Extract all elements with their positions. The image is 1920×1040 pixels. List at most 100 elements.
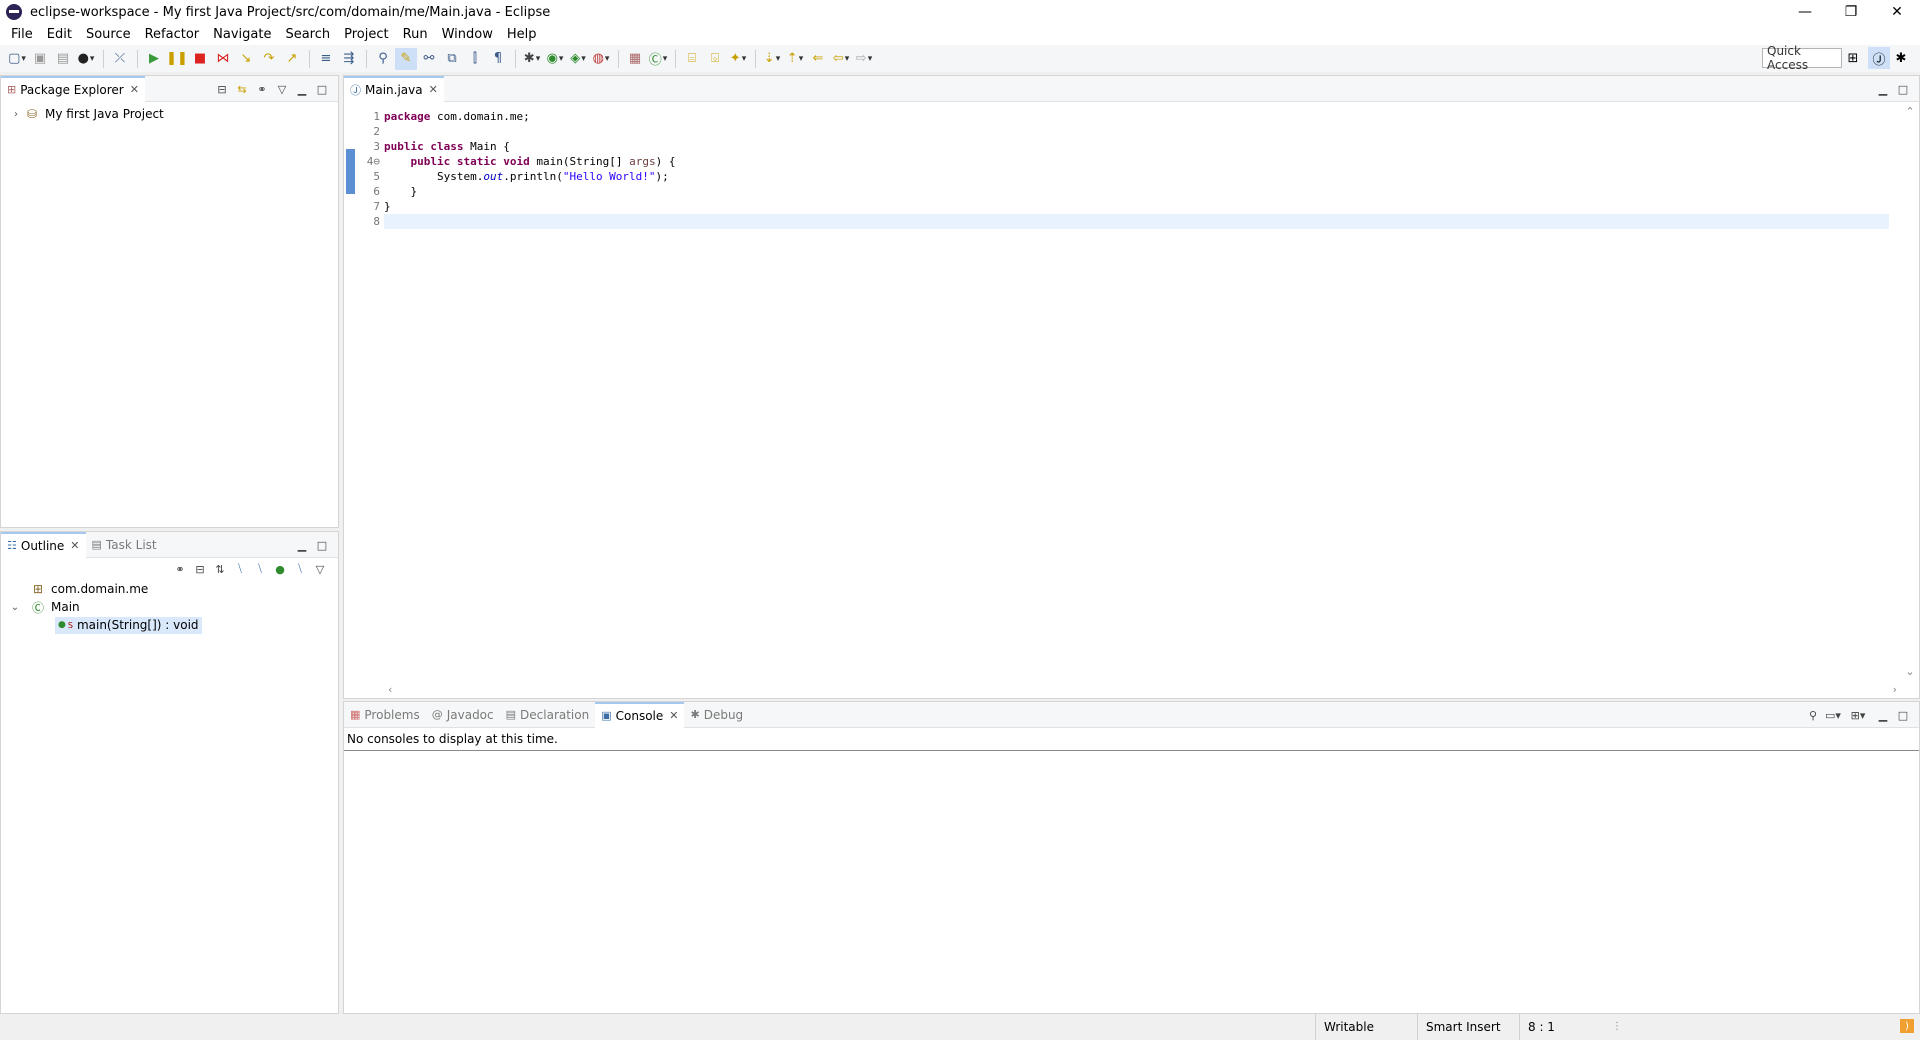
- collapse-all-icon[interactable]: ⊟: [212, 83, 232, 96]
- quick-access-field[interactable]: Quick Access: [1762, 44, 1842, 72]
- scroll-right-icon[interactable]: ›: [1893, 683, 1897, 696]
- tab-console[interactable]: ▣ Console ✕: [595, 701, 685, 728]
- restore-button[interactable]: ❐: [1828, 0, 1874, 24]
- step-into-icon[interactable]: ↘: [235, 48, 257, 70]
- menu-refactor[interactable]: Refactor: [138, 27, 207, 42]
- scroll-down-icon[interactable]: ⌄: [1901, 665, 1919, 678]
- menu-window[interactable]: Window: [435, 27, 500, 42]
- debug-icon[interactable]: ✱: [521, 48, 543, 70]
- tab-package-explorer[interactable]: ⊞ Package Explorer ✕: [1, 75, 145, 102]
- tab-task-list[interactable]: ▤ Task List: [86, 532, 163, 558]
- code-editor[interactable]: 1 2 3 4⊖ 5 6 7 8 package com.domain.me; …: [344, 103, 1919, 698]
- open-type-icon[interactable]: ⚲: [372, 48, 394, 70]
- tree-item-package[interactable]: ⊞ com.domain.me: [15, 580, 338, 598]
- minimize-button[interactable]: —: [1782, 0, 1828, 24]
- forward-icon[interactable]: ⇨: [853, 48, 875, 70]
- scroll-up-icon[interactable]: ⌃: [1901, 105, 1919, 118]
- menu-run[interactable]: Run: [396, 27, 435, 42]
- search-icon[interactable]: ✦: [727, 48, 749, 70]
- filter-icon[interactable]: ⚭: [252, 83, 272, 96]
- minimize-icon[interactable]: ▁: [292, 539, 312, 552]
- show-whitespace-icon[interactable]: ¶: [487, 48, 509, 70]
- collapse-all-icon[interactable]: ⊟: [190, 563, 210, 576]
- new-java-package-icon[interactable]: ▦: [624, 48, 646, 70]
- step-return-icon[interactable]: ↗: [281, 48, 303, 70]
- use-step-filters-icon[interactable]: ⇶: [338, 48, 360, 70]
- resume-icon[interactable]: ▶: [143, 48, 165, 70]
- hide-local-types-icon[interactable]: ⧹: [290, 562, 310, 576]
- maximize-icon[interactable]: □: [312, 539, 332, 552]
- word-wrap-icon[interactable]: ⫿: [464, 48, 486, 70]
- close-icon[interactable]: ✕: [130, 83, 139, 96]
- tab-debug[interactable]: ✱ Debug: [684, 702, 749, 728]
- minimize-icon[interactable]: ▁: [1873, 83, 1893, 96]
- scroll-left-icon[interactable]: ‹: [388, 683, 392, 696]
- suspend-icon[interactable]: ❚❚: [166, 48, 188, 70]
- menu-search[interactable]: Search: [278, 27, 337, 42]
- save-all-icon[interactable]: ▤: [52, 48, 74, 70]
- mark-occurrences-icon[interactable]: ✎: [395, 47, 417, 70]
- code-area[interactable]: package com.domain.me; public class Main…: [384, 109, 1889, 229]
- open-task-icon[interactable]: ⌸: [681, 48, 703, 70]
- next-annotation-icon[interactable]: ⇣: [761, 48, 783, 70]
- horizontal-scrollbar[interactable]: ‹ ›: [384, 680, 1901, 698]
- link-editor-icon[interactable]: ⇆: [232, 83, 252, 96]
- java-perspective-icon[interactable]: Ⓙ: [1868, 47, 1890, 69]
- tree-item-class[interactable]: ⌄ Ⓒ Main: [1, 598, 338, 616]
- tab-main-java[interactable]: Ⓙ Main.java ✕: [344, 75, 444, 102]
- maximize-icon[interactable]: □: [1893, 83, 1913, 96]
- menu-source[interactable]: Source: [79, 27, 138, 42]
- tab-outline[interactable]: ☷ Outline ✕: [1, 531, 86, 558]
- close-icon[interactable]: ✕: [429, 83, 438, 96]
- block-selection-icon[interactable]: ⧉: [441, 48, 463, 70]
- coverage-icon[interactable]: ◈: [567, 48, 589, 70]
- tab-declaration[interactable]: ▤ Declaration: [500, 702, 596, 728]
- view-menu-icon[interactable]: ▽: [272, 83, 292, 96]
- maximize-icon[interactable]: □: [312, 83, 332, 96]
- filter-icon[interactable]: ⚭: [170, 563, 190, 576]
- new-java-class-icon[interactable]: Ⓒ: [647, 48, 669, 70]
- close-icon[interactable]: ✕: [70, 539, 79, 552]
- step-over-icon[interactable]: ↷: [258, 48, 280, 70]
- last-edit-location-icon[interactable]: ⇐: [807, 48, 829, 70]
- tab-problems[interactable]: ▦ Problems: [344, 702, 426, 728]
- pin-icon[interactable]: ⚯: [418, 48, 440, 70]
- minimize-icon[interactable]: ▁: [292, 83, 312, 96]
- close-button[interactable]: ✕: [1874, 0, 1920, 24]
- terminate-icon[interactable]: ■: [189, 48, 211, 70]
- disconnect-icon[interactable]: ⋈: [212, 48, 234, 70]
- run-icon[interactable]: ◉: [544, 48, 566, 70]
- minimize-icon[interactable]: ▁: [1873, 709, 1893, 722]
- debug-perspective-icon[interactable]: ✱: [1890, 47, 1912, 69]
- menu-navigate[interactable]: Navigate: [206, 27, 278, 42]
- maximize-icon[interactable]: □: [1893, 709, 1913, 722]
- tree-item-project[interactable]: › ⛁ My first Java Project: [9, 105, 338, 123]
- external-tools-icon[interactable]: ◍: [590, 48, 612, 70]
- open-folder-icon[interactable]: ⌺: [704, 48, 726, 70]
- previous-annotation-icon[interactable]: ⇡: [784, 48, 806, 70]
- hide-non-public-icon[interactable]: ●: [270, 563, 290, 576]
- skip-breakpoints-icon[interactable]: ⤫: [109, 48, 131, 70]
- tab-javadoc[interactable]: @ Javadoc: [426, 702, 500, 728]
- drop-to-frame-icon[interactable]: ≡: [315, 48, 337, 70]
- open-console-icon[interactable]: ⊞▾: [1843, 709, 1873, 722]
- profile-icon[interactable]: ●: [75, 48, 97, 70]
- display-console-icon[interactable]: ▭▾: [1823, 709, 1843, 722]
- chevron-down-icon[interactable]: ⌄: [1, 602, 29, 613]
- hide-static-icon[interactable]: ⧹: [250, 562, 270, 576]
- feed-icon[interactable]: ): [1900, 1019, 1914, 1033]
- new-icon[interactable]: ▢: [6, 48, 28, 70]
- menu-file[interactable]: File: [4, 27, 40, 42]
- menu-project[interactable]: Project: [337, 27, 395, 42]
- menu-help[interactable]: Help: [500, 27, 544, 42]
- open-perspective-icon[interactable]: ⊞: [1842, 47, 1864, 69]
- method-selection[interactable]: ● S main(String[]) : void: [55, 616, 202, 634]
- back-icon[interactable]: ⇦: [830, 48, 852, 70]
- tree-item-method[interactable]: ● S main(String[]) : void: [15, 616, 338, 634]
- menu-edit[interactable]: Edit: [40, 27, 79, 42]
- pin-console-icon[interactable]: ⚲: [1803, 709, 1823, 722]
- hide-fields-icon[interactable]: ⧹: [230, 562, 250, 576]
- sort-icon[interactable]: ⇅: [210, 563, 230, 576]
- line-number[interactable]: 4⊖: [356, 154, 380, 169]
- vertical-scrollbar[interactable]: ⌃ ⌄: [1901, 103, 1919, 680]
